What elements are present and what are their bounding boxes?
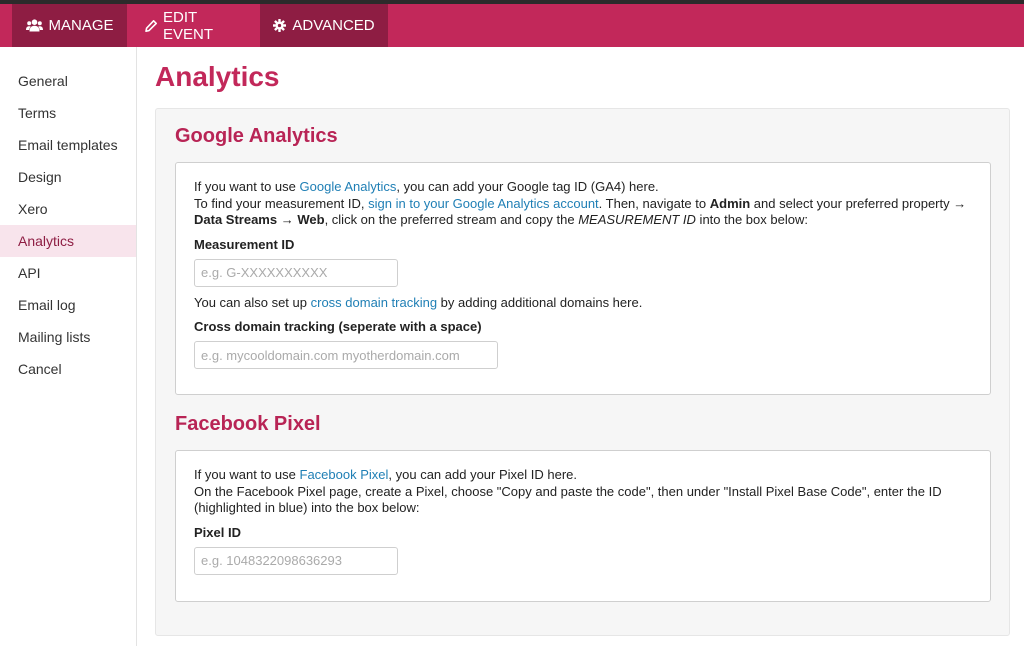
web-strong: Web: [297, 212, 325, 227]
data-streams-strong: Data Streams: [194, 212, 278, 227]
arrow-text: →: [277, 212, 298, 227]
google-analytics-heading: Google Analytics: [175, 125, 338, 147]
cross-domain-intro: You can also set up cross domain trackin…: [194, 295, 972, 312]
sidebar-item-analytics[interactable]: Analytics: [0, 225, 136, 257]
top-nav: MANAGE EDIT EVENT ADVANCED: [0, 4, 1024, 47]
google-find-text-4: , click on the preferred stream and copy…: [324, 212, 579, 227]
sidebar-item-cancel[interactable]: Cancel: [0, 353, 136, 385]
cross-domain-label: Cross domain tracking (seperate with a s…: [194, 319, 482, 334]
google-intro: If you want to use Google Analytics, you…: [194, 179, 972, 229]
google-intro-text: If you want to use: [194, 179, 300, 194]
google-analytics-card: If you want to use Google Analytics, you…: [175, 162, 991, 395]
sidebar-item-api[interactable]: API: [0, 257, 136, 289]
facebook-pixel-card: If you want to use Facebook Pixel, you c…: [175, 450, 991, 602]
measurement-id-em: MEASUREMENT ID: [578, 212, 696, 227]
google-find-text-3: and select your preferred property →: [750, 195, 967, 211]
facebook-intro-text-2: , you can add your Pixel ID here.: [388, 467, 578, 482]
page-title: Analytics: [155, 61, 280, 92]
google-find-text-5: into the box below:: [695, 212, 808, 227]
tab-edit-event-label: EDIT EVENT: [163, 8, 214, 43]
pencil-icon: [145, 19, 157, 32]
cross-text: You can also set up: [194, 294, 311, 310]
sidebar-item-terms[interactable]: Terms: [0, 97, 136, 129]
google-find-text-2: . Then, navigate to: [598, 195, 710, 211]
sidebar-item-mailing-lists[interactable]: Mailing lists: [0, 321, 136, 353]
google-intro-text-2: , you can add your Google tag ID (GA4) h…: [396, 179, 659, 194]
measurement-id-input[interactable]: [194, 258, 398, 287]
sidebar: General Terms Email templates Design Xer…: [0, 47, 137, 646]
admin-strong: Admin: [709, 195, 751, 211]
cross-text-2: by adding additional domains here.: [437, 294, 643, 310]
facebook-pixel-link[interactable]: Facebook Pixel: [300, 467, 389, 482]
tab-advanced-label: ADVANCED: [292, 17, 375, 34]
sidebar-item-email-templates[interactable]: Email templates: [0, 129, 136, 161]
tab-manage-label: MANAGE: [48, 17, 114, 34]
pixel-id-label: Pixel ID: [194, 524, 241, 540]
settings-panel: Google Analytics If you want to use Goog…: [155, 108, 1010, 636]
pixel-id-input[interactable]: [194, 546, 398, 575]
main-content: Analytics Google Analytics If you want t…: [137, 47, 1024, 646]
measurement-id-label: Measurement ID: [194, 236, 295, 252]
gear-icon: [273, 19, 287, 32]
google-signin-link[interactable]: sign in to your Google Analytics account: [368, 196, 599, 211]
facebook-instructions: On the Facebook Pixel page, create a Pix…: [194, 483, 942, 516]
sidebar-item-general[interactable]: General: [0, 65, 136, 97]
users-icon: [25, 19, 43, 32]
sidebar-item-design[interactable]: Design: [0, 161, 136, 193]
facebook-intro-text: If you want to use: [194, 467, 300, 482]
cross-domain-input[interactable]: [194, 341, 498, 369]
google-analytics-link[interactable]: Google Analytics: [300, 179, 397, 194]
tab-advanced[interactable]: ADVANCED: [260, 4, 388, 47]
facebook-intro: If you want to use Facebook Pixel, you c…: [194, 467, 972, 517]
tab-edit-event[interactable]: EDIT EVENT: [127, 4, 260, 47]
facebook-pixel-heading: Facebook Pixel: [175, 413, 321, 435]
sidebar-item-email-log[interactable]: Email log: [0, 289, 136, 321]
tab-manage[interactable]: MANAGE: [12, 4, 127, 47]
sidebar-item-xero[interactable]: Xero: [0, 193, 136, 225]
cross-domain-link[interactable]: cross domain tracking: [311, 295, 437, 310]
google-find-text: To find your measurement ID,: [194, 195, 369, 211]
